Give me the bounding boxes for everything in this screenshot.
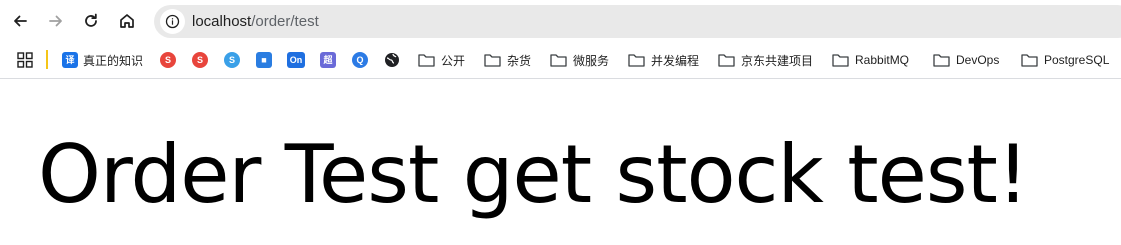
bookmark-folder-zahuo[interactable]: 杂货 bbox=[484, 42, 531, 78]
bookmark-zhenzheng-de-zhishi[interactable]: 译 真正的知识 bbox=[62, 42, 143, 78]
arrow-right-icon bbox=[49, 15, 62, 27]
arrow-left-icon bbox=[14, 15, 27, 27]
bookmark-label: 真正的知识 bbox=[83, 53, 144, 68]
red-swirl-icon-2: S bbox=[192, 52, 208, 68]
bookmark-folder-rabbitmq[interactable]: RabbitMQ bbox=[832, 42, 909, 78]
page-content: Order Test get stock test! bbox=[0, 79, 1121, 245]
onenote-on-icon: On bbox=[287, 52, 305, 68]
info-icon bbox=[165, 14, 180, 29]
red-swirl-icon: S bbox=[160, 52, 176, 68]
bookmark-blue-2[interactable]: ■ bbox=[256, 42, 272, 78]
folder-icon bbox=[1021, 54, 1038, 67]
search-magnifier-icon: Q bbox=[352, 52, 368, 68]
folder-icon bbox=[550, 54, 567, 67]
bookmark-on[interactable]: On bbox=[287, 42, 305, 78]
home-button[interactable] bbox=[114, 8, 140, 34]
bookmark-folder-postgresql[interactable]: PostgreSQL bbox=[1021, 42, 1109, 78]
url-text[interactable]: localhost/order/test bbox=[192, 5, 319, 38]
browser-toolbar: localhost/order/test bbox=[0, 0, 1121, 42]
bookmark-label: RabbitMQ bbox=[855, 53, 910, 67]
blue-swirl-icon: S bbox=[224, 52, 240, 68]
bookmark-label: 公开 bbox=[441, 53, 466, 68]
bookmark-globe[interactable] bbox=[384, 42, 400, 78]
bookmark-folder-gongkai[interactable]: 公开 bbox=[418, 42, 465, 78]
url-host: localhost bbox=[192, 13, 252, 30]
bookmark-label: 并发编程 bbox=[651, 53, 700, 68]
bookmark-label: PostgreSQL bbox=[1044, 53, 1110, 67]
bookmark-folder-bingfa-biancheng[interactable]: 并发编程 bbox=[628, 42, 699, 78]
page-heading: Order Test get stock test! bbox=[38, 128, 1029, 221]
apps-button[interactable] bbox=[16, 51, 34, 69]
bookmark-blue-1[interactable]: S bbox=[224, 42, 240, 78]
reload-button[interactable] bbox=[78, 8, 104, 34]
url-path: /order/test bbox=[251, 13, 319, 30]
folder-icon bbox=[418, 54, 435, 67]
folder-icon bbox=[718, 54, 735, 67]
purple-app-icon: 超 bbox=[320, 52, 336, 68]
bookmark-folder-weifuwu[interactable]: 微服务 bbox=[550, 42, 609, 78]
bookmark-folder-devops[interactable]: DevOps bbox=[933, 42, 999, 78]
forward-button[interactable] bbox=[43, 8, 69, 34]
folder-icon bbox=[484, 54, 501, 67]
bookmark-red-1[interactable]: S bbox=[160, 42, 176, 78]
bookmark-red-2[interactable]: S bbox=[192, 42, 208, 78]
address-bar[interactable]: localhost/order/test bbox=[154, 5, 1121, 38]
bookmark-folder-jingdong[interactable]: 京东共建项目 bbox=[718, 42, 813, 78]
folder-icon bbox=[628, 54, 645, 67]
bookmarks-separator bbox=[46, 50, 48, 69]
reload-icon bbox=[85, 13, 97, 27]
home-icon bbox=[120, 14, 134, 28]
bookmark-label: DevOps bbox=[956, 53, 1000, 67]
bookmark-label: 微服务 bbox=[573, 53, 610, 68]
bookmark-search[interactable]: Q bbox=[352, 42, 368, 78]
site-info-button[interactable] bbox=[160, 9, 185, 34]
bookmark-label: 杂货 bbox=[507, 53, 532, 68]
globe-icon bbox=[385, 53, 399, 67]
bookmark-label: 京东共建项目 bbox=[741, 53, 814, 68]
folder-icon bbox=[832, 54, 849, 67]
back-button[interactable] bbox=[7, 8, 33, 34]
apps-grid-icon bbox=[17, 52, 33, 68]
bookmark-purple[interactable]: 超 bbox=[320, 42, 336, 78]
blue-chat-icon: ■ bbox=[256, 52, 272, 68]
bookmarks-bar: 译 真正的知识 S S S ■ On 超 Q 公开 杂货 微服务 并发编程 京东… bbox=[0, 42, 1121, 79]
translate-icon: 译 bbox=[62, 52, 78, 68]
folder-icon bbox=[933, 54, 950, 67]
